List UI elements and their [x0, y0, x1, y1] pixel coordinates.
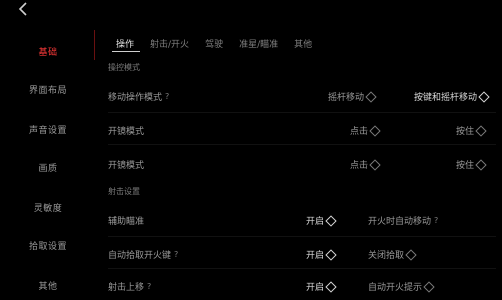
sidebar-item-label: 声音设置 [28, 125, 67, 136]
sidebar-item-label: 其他 [38, 281, 58, 292]
sidebar-item-graphics[interactable]: 画质 [10, 154, 86, 180]
sidebar: 基础 界面布局 声音设置 画质 灵敏度 拾取设置 其他 [0, 28, 93, 295]
sidebar-item-sensitivity[interactable]: 灵敏度 [10, 194, 86, 220]
tab-operation[interactable]: 操作 [108, 34, 142, 52]
divider [108, 268, 496, 269]
help-icon[interactable]: ? [434, 216, 438, 225]
setting-row: 辅助瞄准 开启 开火时自动移动 ? [100, 208, 500, 234]
tab-active-underline [112, 51, 140, 52]
radio-icon [369, 124, 381, 137]
option-hold[interactable]: 按住 [456, 158, 487, 171]
tab-crosshair[interactable]: 准星/瞄准 [231, 34, 286, 52]
sidebar-item-basic[interactable]: 基础 [10, 38, 86, 64]
radio-icon [423, 280, 435, 293]
chevron-left-icon [18, 2, 27, 16]
setting-row: 射击上移 ? 开启 自动开火提示 [100, 274, 500, 300]
sidebar-item-other[interactable]: 其他 [10, 272, 86, 298]
sidebar-item-label: 基础 [38, 47, 58, 58]
radio-selected-icon [325, 248, 337, 261]
option-tap[interactable]: 点击 [350, 124, 381, 137]
sidebar-active-indicator [94, 30, 95, 60]
sidebar-item-label: 界面布局 [28, 85, 67, 96]
divider [108, 236, 496, 237]
setting-label: 辅助瞄准 [108, 217, 145, 227]
divider [108, 112, 496, 113]
radio-selected-icon [325, 280, 337, 293]
setting-label: 射击上移 [108, 283, 145, 293]
tab-driving[interactable]: 驾驶 [197, 34, 231, 52]
radio-icon [405, 248, 417, 261]
tab-shooting[interactable]: 射击/开火 [142, 34, 197, 52]
setting-label: 自动拾取开火键 [108, 251, 172, 261]
setting-row: 开镜模式 点击 按住 [100, 118, 500, 144]
setting-row: 自动拾取开火键 ? 开启 关闭拾取 [100, 242, 500, 268]
setting-row: 移动操作模式 ? 摇杆移动 按键和摇杆移动 [100, 84, 500, 110]
radio-icon [369, 158, 381, 171]
sidebar-item-label: 画质 [38, 163, 58, 174]
setting-row: 开镜模式 点击 按住 [100, 152, 500, 178]
setting-label: 开镜模式 [108, 127, 145, 137]
sidebar-item-pickup[interactable]: 拾取设置 [10, 232, 86, 258]
help-icon[interactable]: ? [147, 282, 151, 291]
radio-icon [475, 158, 487, 171]
divider [108, 144, 496, 145]
setting-label: 移动操作模式 [108, 93, 163, 103]
option-disable-pickup[interactable]: 关闭拾取 [368, 248, 417, 261]
option-auto-fire-hint[interactable]: 自动开火提示 [368, 280, 435, 293]
option-enable[interactable]: 开启 [306, 248, 337, 261]
setting-label: 开镜模式 [108, 161, 145, 171]
radio-selected-icon [325, 214, 337, 227]
option-enable[interactable]: 开启 [306, 280, 337, 293]
help-icon[interactable]: ? [174, 250, 178, 259]
radio-selected-icon [478, 90, 490, 103]
tab-misc[interactable]: 其他 [286, 34, 320, 52]
radio-icon [365, 90, 377, 103]
option-joystick[interactable]: 摇杆移动 [328, 90, 377, 103]
section-title: 操控模式 [108, 63, 140, 72]
sidebar-item-label: 灵敏度 [33, 203, 63, 214]
settings-screen: 基础 界面布局 声音设置 画质 灵敏度 拾取设置 其他 操作 射击/开火 驾驶 … [0, 0, 502, 295]
settings-content: 操控模式 移动操作模式 ? 摇杆移动 按键和摇杆移动 开镜模式 点击 按住 开镜… [100, 58, 500, 295]
section-title: 射击设置 [108, 187, 140, 196]
option-button-joystick[interactable]: 按键和摇杆移动 [414, 90, 490, 103]
option-enable[interactable]: 开启 [306, 214, 337, 227]
sidebar-item-label: 拾取设置 [28, 241, 67, 252]
tab-bar: 操作 射击/开火 驾驶 准星/瞄准 其他 [108, 34, 320, 52]
option-hold[interactable]: 按住 [456, 124, 487, 137]
radio-icon [475, 124, 487, 137]
help-icon[interactable]: ? [165, 92, 169, 101]
back-button[interactable] [12, 0, 34, 18]
option-auto-move[interactable]: 开火时自动移动 ? [368, 214, 438, 227]
sidebar-item-sound[interactable]: 声音设置 [10, 116, 86, 142]
option-tap[interactable]: 点击 [350, 158, 381, 171]
sidebar-item-layout[interactable]: 界面布局 [10, 76, 86, 102]
